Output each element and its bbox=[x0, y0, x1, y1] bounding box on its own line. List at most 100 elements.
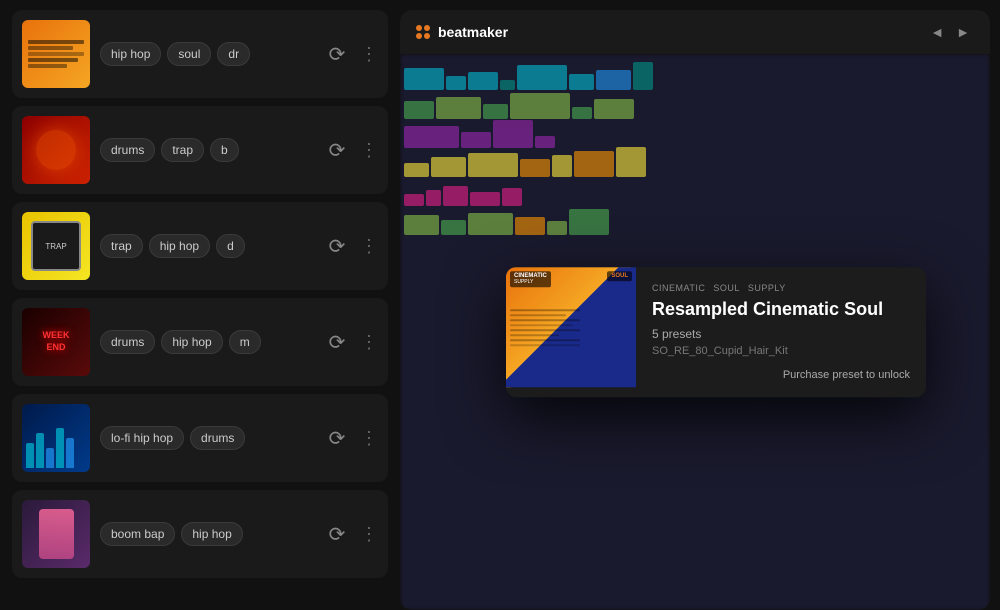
logo-dot-2 bbox=[424, 25, 430, 31]
pack-actions-3: ⟳ ⋮ bbox=[322, 231, 378, 261]
daw-bar bbox=[404, 163, 429, 177]
daw-content: CINEMATIC SUPPLY SOUL CINEMATIC SOUL SUP… bbox=[400, 54, 990, 610]
tag-drums-5: drums bbox=[190, 426, 245, 450]
daw-row-1 bbox=[404, 62, 986, 90]
tag-hiphop-6: hip hop bbox=[181, 522, 242, 546]
daw-row-3 bbox=[404, 120, 986, 148]
daw-bar bbox=[404, 215, 439, 235]
logo-dot-4 bbox=[424, 33, 430, 39]
logo-dots bbox=[416, 25, 430, 39]
daw-bar bbox=[594, 99, 634, 119]
daw-bar bbox=[547, 221, 567, 235]
pack-tags-3: trap hip hop d bbox=[100, 234, 312, 258]
tag-trap-2: trap bbox=[161, 138, 204, 162]
daw-bar bbox=[569, 74, 594, 90]
more-btn-5[interactable]: ⋮ bbox=[360, 428, 378, 449]
daw-bar bbox=[483, 104, 508, 119]
pack-actions-6: ⟳ ⋮ bbox=[322, 519, 378, 549]
daw-bar bbox=[446, 76, 466, 90]
tag-dr-1: dr bbox=[217, 42, 250, 66]
daw-panel: beatmaker ◄ ► bbox=[400, 10, 990, 610]
daw-bar bbox=[633, 62, 653, 90]
pack-thumb-1 bbox=[22, 20, 90, 88]
export-btn-6[interactable]: ⟳ bbox=[322, 519, 352, 549]
nav-back[interactable]: ◄ bbox=[926, 22, 948, 42]
daw-bar bbox=[461, 132, 491, 148]
popup-label-2: SOUL bbox=[713, 283, 740, 293]
tag-soul-1: soul bbox=[167, 42, 211, 66]
popup-label: CINEMATIC SOUL SUPPLY bbox=[652, 283, 910, 293]
nav-arrows: ◄ ► bbox=[926, 22, 974, 42]
daw-bar bbox=[515, 217, 545, 235]
daw-bar bbox=[468, 213, 513, 235]
daw-row-2 bbox=[404, 91, 986, 119]
daw-bar bbox=[404, 101, 434, 119]
popup-title: Resampled Cinematic Soul bbox=[652, 299, 910, 321]
app-name: beatmaker bbox=[438, 24, 508, 40]
daw-bar bbox=[500, 80, 515, 90]
pack-card-1[interactable]: hip hop soul dr ⟳ ⋮ bbox=[12, 10, 388, 98]
daw-bar bbox=[574, 151, 614, 177]
daw-bar bbox=[572, 107, 592, 119]
daw-bar bbox=[404, 68, 444, 90]
tag-boombap-6: boom bap bbox=[100, 522, 175, 546]
daw-bar bbox=[468, 153, 518, 177]
pack-tags-2: drums trap b bbox=[100, 138, 312, 162]
pack-tags-6: boom bap hip hop bbox=[100, 522, 312, 546]
more-btn-1[interactable]: ⋮ bbox=[360, 44, 378, 65]
more-btn-6[interactable]: ⋮ bbox=[360, 524, 378, 545]
export-btn-2[interactable]: ⟳ bbox=[322, 135, 352, 165]
daw-row-6 bbox=[404, 207, 986, 235]
pack-thumb-5 bbox=[22, 404, 90, 472]
tag-drums-2: drums bbox=[100, 138, 155, 162]
popup-label-1: CINEMATIC bbox=[652, 283, 705, 293]
tag-lofi-5: lo-fi hip hop bbox=[100, 426, 184, 450]
daw-bar bbox=[441, 220, 466, 235]
pack-actions-2: ⟳ ⋮ bbox=[322, 135, 378, 165]
export-btn-3[interactable]: ⟳ bbox=[322, 231, 352, 261]
daw-bar bbox=[520, 159, 550, 177]
pack-card-4[interactable]: WEEKEND drums hip hop m ⟳ ⋮ bbox=[12, 298, 388, 386]
daw-bar bbox=[502, 188, 522, 206]
tag-b-2: b bbox=[210, 138, 239, 162]
pack-actions-1: ⟳ ⋮ bbox=[322, 39, 378, 69]
pack-thumb-4: WEEKEND bbox=[22, 308, 90, 376]
daw-bar bbox=[404, 126, 459, 148]
logo-dot-1 bbox=[416, 25, 422, 31]
tag-d-3: d bbox=[216, 234, 245, 258]
pack-tags-4: drums hip hop m bbox=[100, 330, 312, 354]
pack-card-3[interactable]: TRAP trap hip hop d ⟳ ⋮ bbox=[12, 202, 388, 290]
export-btn-1[interactable]: ⟳ bbox=[322, 39, 352, 69]
popup-image: CINEMATIC SUPPLY SOUL bbox=[506, 267, 636, 387]
tag-hip-hop-1: hip hop bbox=[100, 42, 161, 66]
nav-forward[interactable]: ► bbox=[952, 22, 974, 42]
pack-card-2[interactable]: drums trap b ⟳ ⋮ bbox=[12, 106, 388, 194]
more-btn-2[interactable]: ⋮ bbox=[360, 140, 378, 161]
pack-tags-5: lo-fi hip hop drums bbox=[100, 426, 312, 450]
daw-bar bbox=[431, 157, 466, 177]
daw-header: beatmaker ◄ ► bbox=[400, 10, 990, 54]
pack-card-6[interactable]: boom bap hip hop ⟳ ⋮ bbox=[12, 490, 388, 578]
pack-thumb-6 bbox=[22, 500, 90, 568]
popup-presets: 5 presets bbox=[652, 327, 910, 341]
daw-bar bbox=[493, 120, 533, 148]
export-btn-5[interactable]: ⟳ bbox=[322, 423, 352, 453]
tag-trap-3: trap bbox=[100, 234, 143, 258]
pack-actions-4: ⟳ ⋮ bbox=[322, 327, 378, 357]
tag-drums-4: drums bbox=[100, 330, 155, 354]
daw-bar bbox=[569, 209, 609, 235]
pack-card-5[interactable]: lo-fi hip hop drums ⟳ ⋮ bbox=[12, 394, 388, 482]
popup-overlay: CINEMATIC SUPPLY SOUL CINEMATIC SOUL SUP… bbox=[506, 267, 926, 397]
more-btn-4[interactable]: ⋮ bbox=[360, 332, 378, 353]
daw-bar bbox=[596, 70, 631, 90]
popup-content: CINEMATIC SOUL SUPPLY Resampled Cinemati… bbox=[636, 267, 926, 397]
more-btn-3[interactable]: ⋮ bbox=[360, 236, 378, 257]
export-btn-4[interactable]: ⟳ bbox=[322, 327, 352, 357]
pack-list: hip hop soul dr ⟳ ⋮ drums trap b ⟳ ⋮ bbox=[0, 0, 400, 600]
tag-hiphop-4: hip hop bbox=[161, 330, 222, 354]
daw-bar bbox=[616, 147, 646, 177]
pack-thumb-3: TRAP bbox=[22, 212, 90, 280]
tag-hiphop-3: hip hop bbox=[149, 234, 210, 258]
daw-row-4 bbox=[404, 149, 986, 177]
pack-thumb-2 bbox=[22, 116, 90, 184]
